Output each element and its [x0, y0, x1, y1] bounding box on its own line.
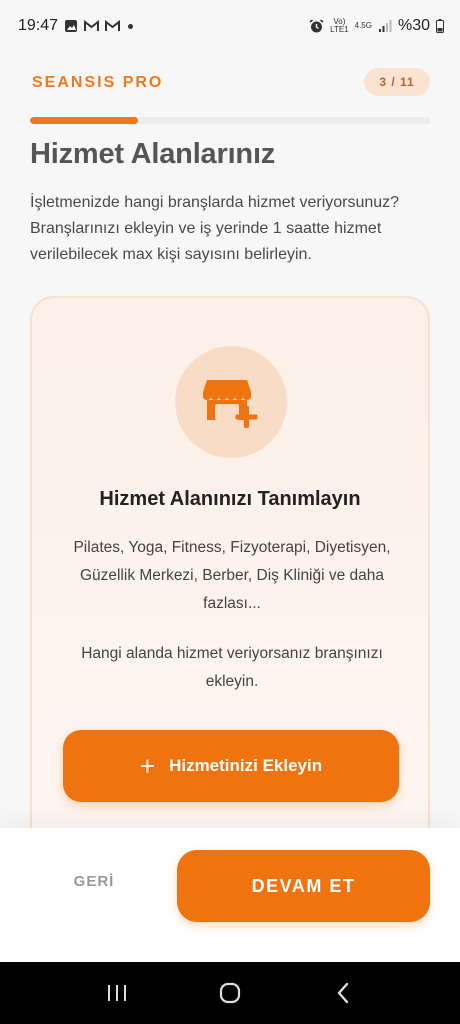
progress-bar [30, 117, 430, 124]
gmail-icon [84, 20, 100, 32]
plus-icon: + [139, 751, 156, 781]
recent-apps-icon[interactable] [97, 973, 137, 1013]
add-service-button[interactable]: + Hizmetinizi Ekleyin [63, 730, 399, 802]
system-navigation-bar [0, 962, 460, 1024]
continue-button[interactable]: DEVAM ET [177, 850, 430, 922]
back-nav-icon[interactable] [323, 973, 363, 1013]
card-title: Hizmet Alanınızı Tanımlayın [99, 488, 361, 510]
service-area-card: Hizmet Alanınızı Tanımlayın Pilates, Yog… [30, 296, 430, 856]
status-time: 19:47 [18, 17, 59, 34]
net-type-indicator: 4.5G [354, 21, 372, 30]
battery-percent: %30 [397, 17, 430, 34]
more-notifications-icon [128, 23, 134, 29]
page-description: İşletmenizde hangi branşlarda hizmet ver… [30, 194, 400, 263]
gmail-icon-2 [105, 20, 121, 32]
page-title: Hizmet Alanlarınız [30, 138, 276, 170]
step-indicator: 3 / 11 [364, 68, 430, 96]
gallery-icon [64, 19, 78, 33]
brand-title: SEANSIS PRO [32, 74, 164, 91]
volte-indicator: Vo) LTE1 [330, 18, 349, 34]
home-icon[interactable] [210, 973, 250, 1013]
status-bar: 19:47 Vo) LTE1 4.5G %30 [0, 0, 460, 52]
status-left: 19:47 [18, 17, 134, 35]
signal-icon [378, 20, 392, 32]
progress-fill [30, 117, 138, 124]
card-hint-text: Hangi alanda hizmet veriyorsanız branşın… [81, 645, 383, 690]
store-add-icon [175, 346, 287, 458]
status-right: Vo) LTE1 4.5G %30 [309, 17, 444, 35]
lte-label: LTE1 [330, 25, 349, 34]
bottom-action-bar: GERİ DEVAM ET [0, 828, 460, 962]
card-examples-text: Pilates, Yoga, Fitness, Fizyoterapi, Diy… [73, 539, 391, 612]
add-service-button-label: Hizmetinizi Ekleyin [169, 756, 323, 775]
alarm-icon [309, 18, 324, 34]
battery-icon [436, 19, 444, 33]
back-button[interactable]: GERİ [54, 873, 134, 890]
